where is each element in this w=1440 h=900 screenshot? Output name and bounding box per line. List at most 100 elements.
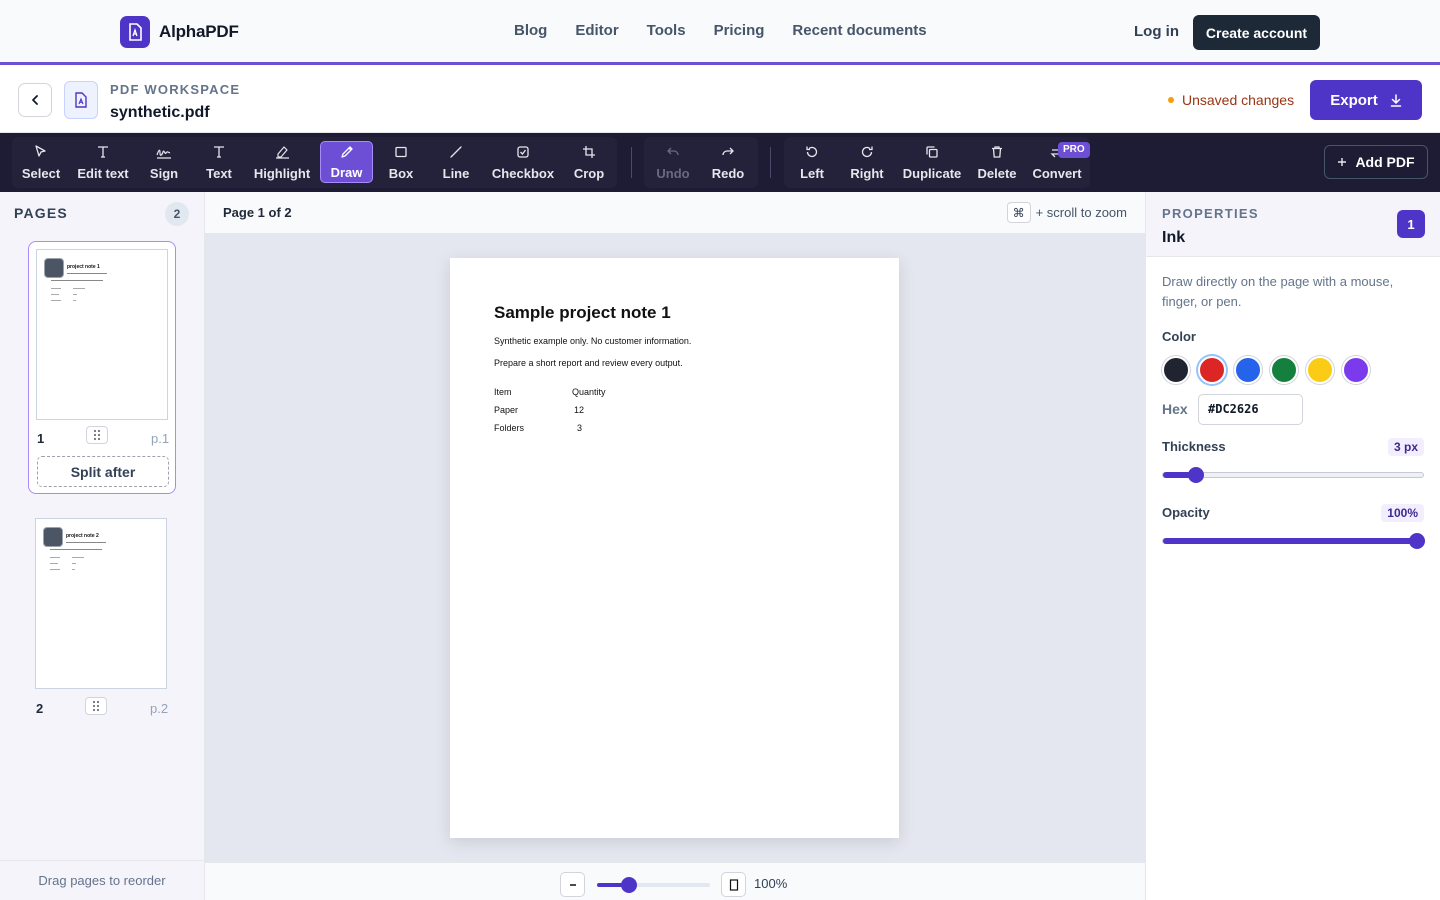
- thumbnail-line: [67, 273, 107, 274]
- duplicate-button[interactable]: Duplicate: [900, 141, 964, 183]
- tool-select[interactable]: Select: [18, 141, 64, 183]
- redo-label: Redo: [711, 166, 745, 181]
- fit-page-button[interactable]: [721, 872, 746, 897]
- tool-text[interactable]: Text: [200, 141, 238, 183]
- drag-handle-icon[interactable]: [86, 426, 108, 444]
- color-label: Color: [1162, 329, 1196, 344]
- delete-label: Delete: [977, 166, 1017, 181]
- tool-label: Line: [442, 166, 470, 181]
- table-cell[interactable]: 12: [574, 405, 584, 415]
- undo-icon: [666, 142, 680, 162]
- document-title[interactable]: Sample project note 1: [494, 303, 671, 323]
- canvas-header: Page 1 of 2 ⌘ + scroll to zoom: [205, 192, 1145, 234]
- login-link[interactable]: Log in: [1134, 23, 1179, 40]
- zoom-hint: ⌘ + scroll to zoom: [1006, 202, 1127, 223]
- color-swatch-green[interactable]: [1270, 356, 1298, 384]
- nav-link-recent-documents[interactable]: Recent documents: [792, 22, 926, 39]
- workspace-header: PDF WORKSPACE synthetic.pdf Unsaved chan…: [0, 68, 1440, 133]
- add-pdf-label: Add PDF: [1355, 154, 1415, 170]
- rotate-left-button[interactable]: Left: [796, 141, 828, 183]
- drag-handle-icon[interactable]: [85, 697, 107, 715]
- create-account-button[interactable]: Create account: [1193, 15, 1320, 50]
- tool-sign[interactable]: Sign: [144, 141, 184, 183]
- tool-line[interactable]: Line: [438, 141, 474, 183]
- document-canvas[interactable]: Page 1 of 2 ⌘ + scroll to zoom Sample pr…: [205, 192, 1145, 900]
- page-thumbnail[interactable]: project note 2: [35, 518, 167, 689]
- opacity-label: Opacity: [1162, 505, 1210, 520]
- undo-label: Undo: [656, 166, 690, 181]
- nav-link-pricing[interactable]: Pricing: [714, 22, 765, 39]
- undo-button[interactable]: Undo: [652, 141, 694, 183]
- pdf-page[interactable]: Sample project note 1 Synthetic example …: [450, 258, 899, 838]
- nav-link-tools[interactable]: Tools: [647, 22, 686, 39]
- nav-link-blog[interactable]: Blog: [514, 22, 547, 39]
- color-swatch-black[interactable]: [1162, 356, 1190, 384]
- zoom-out-button[interactable]: [560, 872, 585, 897]
- add-pdf-button[interactable]: Add PDF: [1324, 145, 1428, 179]
- tool-label: Box: [388, 166, 414, 181]
- export-button[interactable]: Export: [1310, 80, 1422, 120]
- zoom-slider[interactable]: [597, 877, 710, 893]
- tool-box[interactable]: Box: [383, 141, 419, 183]
- thickness-slider[interactable]: [1162, 467, 1424, 483]
- thumbnail-line: [50, 569, 60, 570]
- delete-button[interactable]: Delete: [974, 141, 1020, 183]
- table-header[interactable]: Item: [494, 387, 512, 397]
- table-cell[interactable]: 3: [577, 423, 582, 433]
- unsaved-status: Unsaved changes: [1168, 92, 1294, 108]
- page-thumbnail-card[interactable]: project note 1 1 p.1 Split after: [28, 241, 176, 494]
- brand-name: AlphaPDF: [159, 22, 239, 41]
- export-label: Export: [1330, 91, 1378, 109]
- tool-edit-text[interactable]: Edit text: [72, 141, 134, 183]
- opacity-slider-handle[interactable]: [1409, 533, 1425, 549]
- text-icon: [212, 142, 226, 162]
- tool-label: Checkbox: [491, 166, 555, 181]
- document-line[interactable]: Prepare a short report and review every …: [494, 358, 683, 368]
- thumbnail-line: [73, 294, 77, 295]
- opacity-slider[interactable]: [1162, 533, 1425, 549]
- table-cell[interactable]: Paper: [494, 405, 518, 415]
- redo-button[interactable]: Redo: [708, 141, 748, 183]
- color-swatch-yellow[interactable]: [1306, 356, 1334, 384]
- download-icon: [1390, 93, 1401, 107]
- thumbnail-line: [51, 300, 61, 301]
- plus-icon: [1338, 158, 1347, 166]
- tool-draw[interactable]: Draw: [320, 141, 373, 183]
- thumbnail-avatar: [44, 258, 64, 278]
- page-thumbnail-card[interactable]: project note 2 2 p.2: [28, 511, 176, 721]
- color-swatch-blue[interactable]: [1234, 356, 1262, 384]
- properties-description: Draw directly on the page with a mouse, …: [1162, 274, 1394, 309]
- cursor-icon: [34, 142, 48, 162]
- brand-logo[interactable]: AlphaPDF: [120, 16, 239, 48]
- nav-link-editor[interactable]: Editor: [575, 22, 618, 39]
- thumbnail-line: [50, 549, 102, 550]
- color-swatch-red[interactable]: [1198, 356, 1226, 384]
- thumbnail-line: [72, 563, 76, 564]
- thumbnail-line: [73, 300, 76, 301]
- thumbnail-line: [50, 557, 60, 558]
- document-line[interactable]: Synthetic example only. No customer info…: [494, 336, 691, 346]
- color-swatch-purple[interactable]: [1342, 356, 1370, 384]
- tool-label: Edit text: [77, 166, 129, 181]
- table-cell[interactable]: Folders: [494, 423, 524, 433]
- trash-icon: [990, 142, 1004, 162]
- hex-label: Hex: [1162, 401, 1188, 417]
- page-thumbnail[interactable]: project note 1: [36, 249, 168, 420]
- zoom-value: 100%: [754, 876, 788, 891]
- zoom-slider-handle[interactable]: [621, 877, 637, 893]
- thickness-label: Thickness: [1162, 439, 1226, 454]
- thumbnail-line: [72, 569, 75, 570]
- rotate-right-button[interactable]: Right: [848, 141, 886, 183]
- redo-icon: [721, 142, 735, 162]
- hex-color-input[interactable]: #DC2626: [1198, 394, 1303, 425]
- tool-highlight[interactable]: Highlight: [250, 141, 314, 183]
- back-button[interactable]: [18, 83, 52, 117]
- checkbox-icon: [516, 142, 530, 162]
- zoom-hint-text: + scroll to zoom: [1035, 205, 1127, 220]
- tool-crop[interactable]: Crop: [570, 141, 608, 183]
- thickness-slider-handle[interactable]: [1188, 467, 1204, 483]
- table-header[interactable]: Quantity: [572, 387, 606, 397]
- page-number: 2: [36, 701, 44, 716]
- tool-checkbox[interactable]: Checkbox: [490, 141, 556, 183]
- split-after-button[interactable]: Split after: [37, 456, 169, 487]
